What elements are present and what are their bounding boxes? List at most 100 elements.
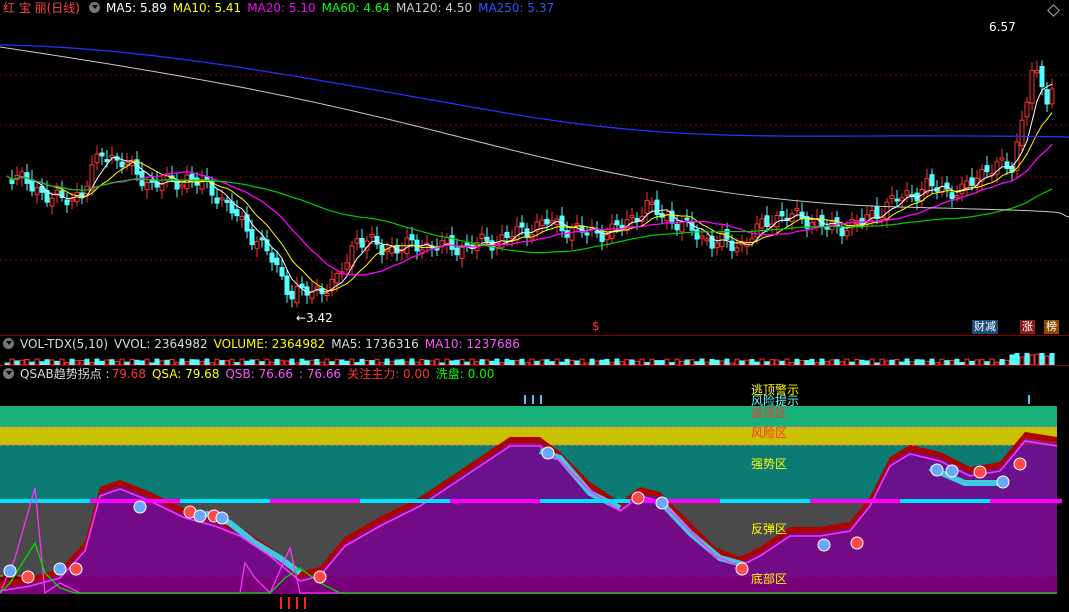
signal-ball-blue — [541, 446, 555, 460]
price-indicator-3: MA60: 4.64 — [321, 1, 391, 15]
candle-body — [649, 201, 655, 205]
candle-body — [504, 231, 510, 238]
candle-body — [869, 209, 875, 219]
qsab-panel[interactable]: QSAB趋势拐点 :79.68 QSA: 79.68 QSB: 76.66: 76.… — [0, 366, 1069, 612]
candle-body — [949, 192, 955, 200]
candle-body — [634, 217, 640, 222]
candle-body — [454, 247, 460, 256]
bottom-signal-tick — [304, 597, 306, 609]
signal-ball-blue — [817, 538, 831, 552]
candle-body — [1004, 161, 1010, 170]
volume-chart[interactable] — [0, 353, 1069, 365]
candle-body — [969, 177, 975, 186]
strip-segment — [828, 499, 846, 503]
candle-body — [369, 233, 375, 238]
candle-body — [314, 286, 320, 290]
signal-ball-red — [21, 570, 35, 584]
ma10-line — [6, 112, 1053, 292]
candle-body — [1019, 119, 1025, 147]
volume-indicator-1: VOLUME: 2364982 — [213, 337, 326, 351]
candle-body — [479, 233, 485, 240]
signal-ball-blue — [3, 564, 17, 578]
candle-body — [859, 217, 865, 225]
signal-ball-red — [69, 562, 83, 576]
strip-segment — [162, 499, 180, 503]
qsab-title: QSAB趋势拐点 : — [20, 367, 110, 381]
strip-segment — [594, 499, 612, 503]
candle-body — [954, 194, 960, 198]
candle-body — [119, 161, 125, 168]
signal-ball-blue — [930, 463, 944, 477]
tag-bang[interactable]: 榜 — [1044, 320, 1059, 334]
candle-body — [409, 234, 415, 241]
candle-body — [219, 197, 225, 201]
dropdown-icon[interactable] — [3, 368, 14, 379]
escape-zone-band — [0, 406, 1057, 427]
volume-bar — [1019, 356, 1025, 365]
dropdown-icon[interactable] — [3, 338, 14, 349]
strip-segment — [0, 499, 18, 503]
strip-segment — [342, 499, 360, 503]
tag-zhang[interactable]: 涨 — [1020, 320, 1035, 334]
candle-body — [189, 173, 195, 181]
candle-body — [734, 247, 740, 253]
signal-ball-blue — [133, 500, 147, 514]
candle-body — [999, 157, 1005, 161]
strip-segment — [972, 499, 990, 503]
volume-indicator-2: MA5: 1736316 — [331, 337, 419, 351]
qsab-chart[interactable] — [0, 383, 1069, 612]
strip-segment — [72, 499, 90, 503]
qsab-indicator-5: 洗盘: 0.00 — [435, 367, 495, 381]
top-signal-tick — [524, 395, 526, 404]
strip-segment — [468, 499, 486, 503]
volume-panel[interactable]: VOL-TDX(5,10) VVOL: 2364982 VOLUME: 236498… — [0, 336, 1069, 365]
volume-bar — [1049, 353, 1055, 365]
candle-body — [124, 161, 130, 165]
candle-body — [539, 219, 545, 226]
stock-title: 红 宝 丽(日线) — [3, 1, 80, 15]
signal-ball-red — [313, 570, 327, 584]
candle-body — [984, 165, 990, 173]
signal-ball-blue — [53, 562, 67, 576]
candle-body — [284, 275, 290, 295]
strip-segment — [864, 499, 882, 503]
candle-body — [224, 199, 230, 203]
candle-body — [99, 152, 105, 157]
strip-segment — [810, 499, 828, 503]
signal-ball-blue — [655, 496, 669, 510]
strip-segment — [558, 499, 576, 503]
candle-body — [819, 214, 825, 227]
qsab-indicator-1: QSA: 79.68 — [151, 367, 220, 381]
candle-body — [549, 220, 555, 224]
volume-bar — [1014, 353, 1020, 365]
tag-cai-jian[interactable]: 财减 — [972, 320, 998, 334]
candle-body — [324, 292, 330, 296]
strip-segment — [180, 499, 198, 503]
price-indicator-5: MA250: 5.37 — [478, 1, 555, 15]
diamond-icon[interactable] — [1047, 4, 1060, 17]
zone-escape: 逃顶区 — [751, 406, 788, 420]
candle-body — [629, 215, 635, 219]
signal-ball-blue — [193, 509, 207, 523]
candle-body — [884, 201, 890, 220]
price-panel[interactable]: 红 宝 丽(日线) MA5: 5.89 MA10: 5.41 MA20: 5.10 MA… — [0, 0, 1069, 335]
price-indicator-2: MA20: 5.10 — [247, 1, 316, 15]
candle-body — [289, 290, 295, 300]
price-chart[interactable] — [0, 17, 1069, 335]
strip-segment — [1044, 499, 1062, 503]
ma20-line — [6, 143, 1053, 276]
strip-segment — [54, 499, 72, 503]
candle-body — [484, 236, 490, 242]
dropdown-icon[interactable] — [89, 2, 100, 13]
strip-segment — [936, 499, 954, 503]
candle-body — [684, 217, 690, 221]
candle-body — [449, 235, 455, 250]
strip-segment — [396, 499, 414, 503]
qsab-indicator-3: : 76.66 — [298, 367, 342, 381]
strip-segment — [666, 499, 684, 503]
strip-segment — [1026, 499, 1044, 503]
candle-body — [294, 285, 300, 304]
volume-title: VOL-TDX(5,10) — [20, 337, 109, 351]
candle-body — [259, 237, 265, 241]
signal-ball-blue — [215, 511, 229, 525]
